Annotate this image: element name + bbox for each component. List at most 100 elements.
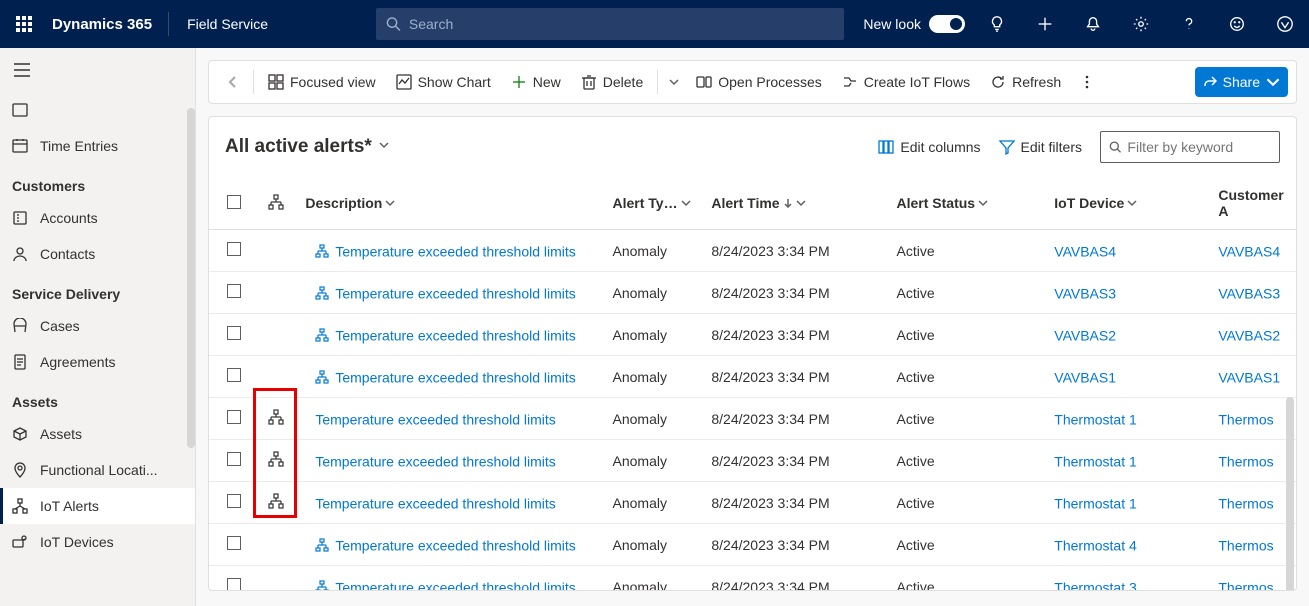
table-row[interactable]: Temperature exceeded threshold limitsAno… (209, 482, 1296, 524)
row-checkbox[interactable] (227, 452, 241, 466)
description-link[interactable]: Temperature exceeded threshold limits (315, 495, 555, 511)
filter-keyword[interactable] (1100, 131, 1280, 163)
col-customer-asset[interactable]: Customer A (1210, 177, 1296, 230)
col-hierarchy[interactable] (255, 177, 297, 230)
table-scrollbar[interactable] (1286, 397, 1294, 590)
hamburger-icon[interactable] (0, 48, 195, 92)
open-processes-button[interactable]: Open Processes (686, 66, 832, 98)
row-checkbox[interactable] (227, 410, 241, 424)
table-row[interactable]: Temperature exceeded threshold limitsAno… (209, 272, 1296, 314)
table-row[interactable]: Temperature exceeded threshold limitsAno… (209, 314, 1296, 356)
description-link[interactable]: Temperature exceeded threshold limits (315, 411, 555, 427)
global-search[interactable] (376, 8, 844, 40)
device-link[interactable]: Thermostat 1 (1054, 453, 1136, 469)
asset-link[interactable]: VAVBAS2 (1218, 327, 1280, 343)
device-link[interactable]: Thermostat 1 (1054, 495, 1136, 511)
hierarchy-icon[interactable] (268, 412, 284, 428)
asset-link[interactable]: Thermos (1218, 537, 1273, 553)
profile-icon[interactable] (1261, 0, 1309, 48)
table-row[interactable]: Temperature exceeded threshold limitsAno… (209, 440, 1296, 482)
delete-button[interactable]: Delete (571, 66, 653, 98)
new-look-toggle[interactable]: New look (863, 15, 965, 33)
description-link[interactable]: Temperature exceeded threshold limits (335, 243, 575, 259)
row-checkbox[interactable] (227, 242, 241, 256)
refresh-button[interactable]: Refresh (980, 66, 1071, 98)
description-link[interactable]: Temperature exceeded threshold limits (335, 327, 575, 343)
table-row[interactable]: Temperature exceeded threshold limitsAno… (209, 356, 1296, 398)
description-link[interactable]: Temperature exceeded threshold limits (335, 537, 575, 553)
row-checkbox[interactable] (227, 326, 241, 340)
focused-view-button[interactable]: Focused view (258, 66, 386, 98)
device-link[interactable]: Thermostat 3 (1054, 579, 1136, 590)
sidebar-item-assets[interactable]: Assets (0, 416, 195, 452)
table-row[interactable]: Temperature exceeded threshold limitsAno… (209, 398, 1296, 440)
col-select[interactable] (209, 177, 255, 230)
device-link[interactable]: VAVBAS1 (1054, 369, 1116, 385)
device-link[interactable]: Thermostat 4 (1054, 537, 1136, 553)
device-link[interactable]: VAVBAS3 (1054, 285, 1116, 301)
sidebar-item-cases[interactable]: Cases (0, 308, 195, 344)
module-name[interactable]: Field Service (169, 16, 286, 32)
row-checkbox[interactable] (227, 284, 241, 298)
lightbulb-icon[interactable] (973, 0, 1021, 48)
device-link[interactable]: VAVBAS2 (1054, 327, 1116, 343)
col-alert-time[interactable]: Alert Time (703, 177, 888, 230)
sidebar-item-agreements[interactable]: Agreements (0, 344, 195, 380)
table-row[interactable]: Temperature exceeded threshold limitsAno… (209, 230, 1296, 272)
edit-filters-button[interactable]: Edit filters (999, 139, 1082, 155)
edit-columns-button[interactable]: Edit columns (878, 139, 980, 155)
toggle-switch[interactable] (929, 15, 965, 33)
description-link[interactable]: Temperature exceeded threshold limits (335, 369, 575, 385)
smiley-icon[interactable] (1213, 0, 1261, 48)
asset-link[interactable]: VAVBAS1 (1218, 369, 1280, 385)
search-input[interactable] (409, 16, 844, 32)
bell-icon[interactable] (1069, 0, 1117, 48)
sidebar-item-accounts[interactable]: Accounts (0, 200, 195, 236)
description-link[interactable]: Temperature exceeded threshold limits (335, 285, 575, 301)
overflow-menu[interactable] (1073, 75, 1101, 89)
device-link[interactable]: Thermostat 1 (1054, 411, 1136, 427)
col-iot-device[interactable]: IoT Device (1046, 177, 1210, 230)
asset-link[interactable]: Thermos (1218, 579, 1273, 590)
row-checkbox[interactable] (227, 536, 241, 550)
row-checkbox[interactable] (227, 494, 241, 508)
show-chart-button[interactable]: Show Chart (386, 66, 501, 98)
asset-link[interactable]: Thermos (1218, 411, 1273, 427)
new-button[interactable]: New (501, 66, 571, 98)
filter-input[interactable] (1127, 139, 1271, 155)
table-row[interactable]: Temperature exceeded threshold limitsAno… (209, 524, 1296, 566)
asset-link[interactable]: VAVBAS3 (1218, 285, 1280, 301)
row-checkbox[interactable] (227, 578, 241, 590)
sidebar-item-iot-devices[interactable]: IoT Devices (0, 524, 195, 560)
table-row[interactable]: Temperature exceeded threshold limitsAno… (209, 566, 1296, 591)
hierarchy-icon[interactable] (268, 496, 284, 512)
description-link[interactable]: Temperature exceeded threshold limits (315, 453, 555, 469)
sidebar-item-time-entries[interactable]: Time Entries (0, 128, 195, 164)
create-iot-flows-button[interactable]: Create IoT Flows (832, 66, 980, 98)
description-link[interactable]: Temperature exceeded threshold limits (335, 579, 575, 590)
hierarchy-icon[interactable] (268, 454, 284, 470)
col-description[interactable]: Description (297, 177, 604, 230)
asset-link[interactable]: Thermos (1218, 495, 1273, 511)
back-button[interactable] (217, 66, 249, 98)
col-alert-type[interactable]: Alert Ty… (605, 177, 704, 230)
cell-alert-time: 8/24/2023 3:34 PM (703, 566, 888, 591)
share-button[interactable]: Share (1195, 67, 1288, 97)
row-checkbox[interactable] (227, 368, 241, 382)
view-chevron-icon[interactable] (378, 138, 390, 156)
device-link[interactable]: VAVBAS4 (1054, 243, 1116, 259)
sidebar-scrollbar[interactable] (187, 108, 195, 448)
plus-icon[interactable] (1021, 0, 1069, 48)
sidebar-item-truncated[interactable] (0, 92, 195, 128)
help-icon[interactable] (1165, 0, 1213, 48)
col-alert-status[interactable]: Alert Status (889, 177, 1047, 230)
app-launcher-icon[interactable] (0, 0, 48, 48)
asset-link[interactable]: VAVBAS4 (1218, 243, 1280, 259)
view-title[interactable]: All active alerts* (225, 136, 372, 158)
gear-icon[interactable] (1117, 0, 1165, 48)
sidebar-item-functional-locations[interactable]: Functional Locati... (0, 452, 195, 488)
sidebar-item-iot-alerts[interactable]: IoT Alerts (0, 488, 195, 524)
asset-link[interactable]: Thermos (1218, 453, 1273, 469)
sidebar-item-contacts[interactable]: Contacts (0, 236, 195, 272)
delete-split[interactable] (662, 77, 686, 87)
